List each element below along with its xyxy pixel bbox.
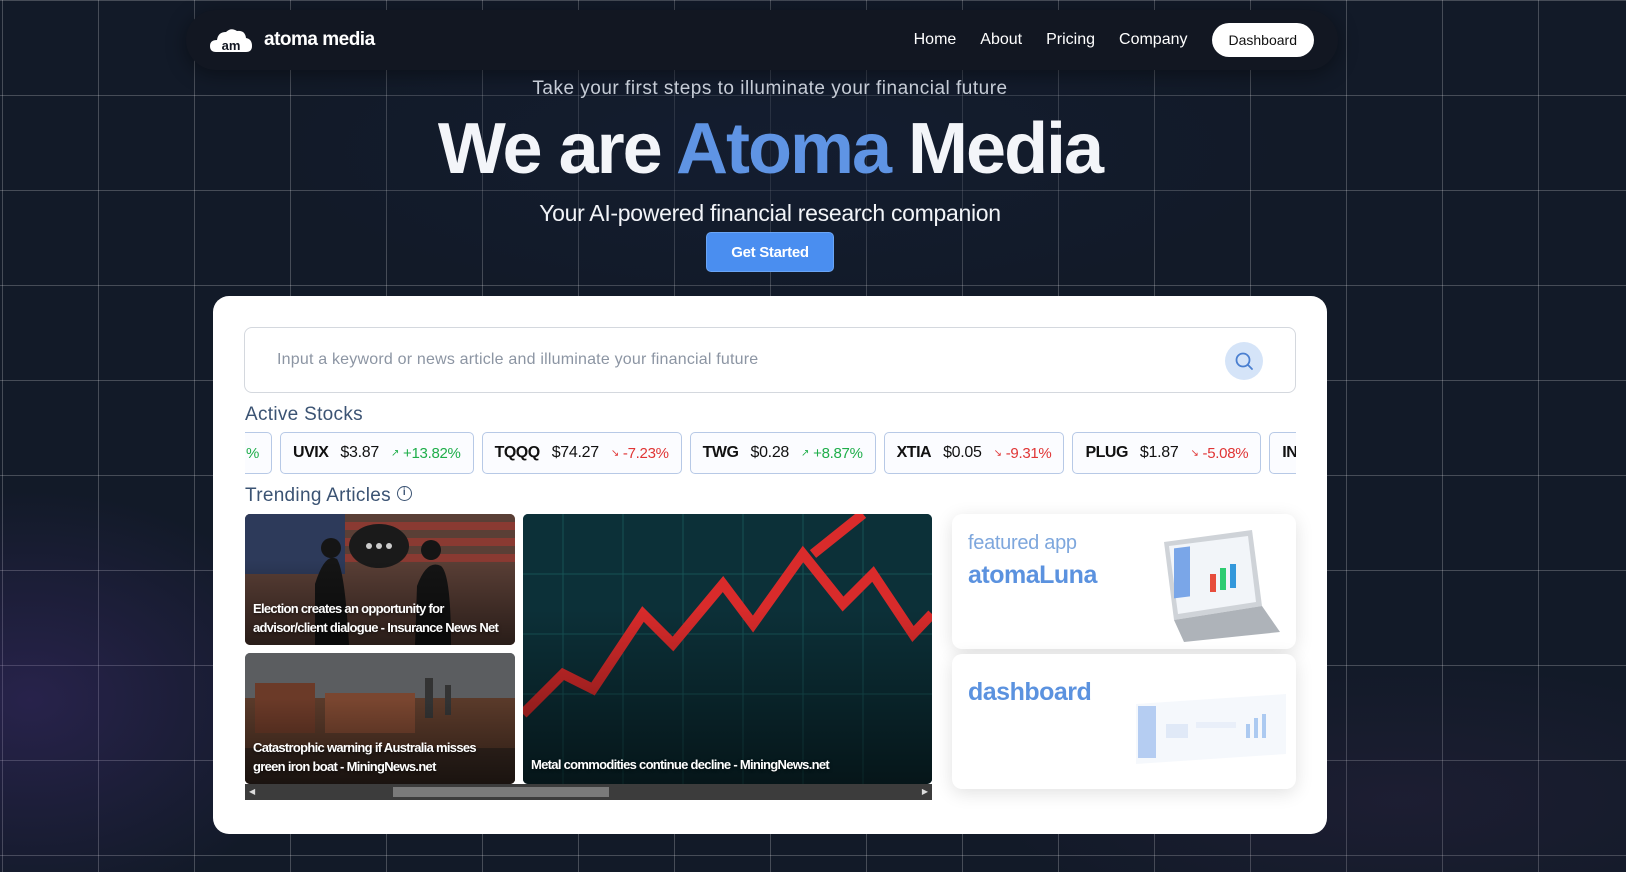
stock-price: $0.05 — [943, 444, 982, 461]
nav-links: Home About Pricing Company Dashboard — [914, 23, 1314, 57]
cloud-logo-icon: am — [210, 26, 252, 54]
stock-price: $74.27 — [551, 444, 599, 461]
brand-logo[interactable]: am atoma media — [210, 26, 375, 54]
stock-symbol: TQQQ — [494, 444, 541, 461]
stock-change: ↘ -5.08% — [1190, 445, 1248, 462]
dashboard-card[interactable]: dashboard — [952, 654, 1296, 789]
search-button[interactable] — [1225, 342, 1263, 380]
search-input[interactable]: Input a keyword or news article and illu… — [277, 351, 758, 369]
stock-chip[interactable]: TQQQ $74.27 ↘ -7.23% — [481, 432, 682, 474]
stock-change: ↗ +8.87% — [801, 445, 863, 462]
stock-change: ↘ -9.31% — [994, 445, 1052, 462]
search-bar[interactable]: Input a keyword or news article and illu… — [244, 327, 1296, 393]
scroll-right-icon[interactable]: ▶ — [922, 787, 928, 796]
stock-symbol: XTIA — [896, 444, 932, 461]
scroll-left-icon[interactable]: ◀ — [249, 787, 255, 796]
stock-change-value: -9.31% — [1005, 444, 1052, 462]
stock-symbol: TWG — [702, 444, 739, 461]
stock-change-value: -7.23% — [622, 444, 669, 462]
stock-price: $3.87 — [340, 444, 379, 461]
stock-symbol: PLUG — [1085, 444, 1128, 461]
stock-symbol-partial: IN — [1282, 444, 1296, 461]
stock-change-value: +13.82% — [403, 444, 461, 462]
trending-articles-label: Trending Articles i — [245, 485, 412, 507]
hero-title-accent: Atoma — [676, 109, 892, 189]
nav-link-company[interactable]: Company — [1119, 31, 1187, 49]
horizontal-scrollbar[interactable]: ◀ ▶ — [245, 784, 932, 800]
stock-change: ↗ +13.82% — [391, 445, 461, 462]
arrow-down-right-icon: ↘ — [610, 447, 619, 459]
arrow-down-right-icon: ↘ — [1190, 447, 1199, 459]
stock-change-partial: % — [246, 444, 260, 462]
nav-link-pricing[interactable]: Pricing — [1046, 31, 1095, 49]
laptop-icon — [1164, 530, 1280, 642]
nav-link-about[interactable]: About — [980, 31, 1022, 49]
stock-change-value: -5.08% — [1202, 444, 1249, 462]
articles-carousel[interactable]: Election creates an opportunity for advi… — [245, 514, 932, 784]
hero-title: We are Atoma Media — [0, 108, 1540, 190]
info-icon[interactable]: i — [396, 486, 412, 502]
ticker-row: % UVIX $3.87 ↗ +13.82% TQQQ $74.27 ↘ -7.23… — [245, 432, 1296, 474]
trending-articles-text: Trending Articles — [245, 485, 391, 506]
search-icon — [1235, 352, 1253, 370]
hero-subtitle: Take your first steps to illuminate your… — [532, 78, 1008, 99]
dashboard-preview-icon — [1136, 694, 1286, 764]
article-card[interactable]: Catastrophic warning if Australia misses… — [245, 653, 515, 784]
stock-ticker[interactable]: % UVIX $3.87 ↗ +13.82% TQQQ $74.27 ↘ -7.23… — [245, 432, 1296, 474]
featured-app-card[interactable]: featured app atomaLuna — [952, 514, 1296, 649]
arrow-down-right-icon: ↘ — [993, 447, 1002, 459]
research-card: Input a keyword or news article and illu… — [213, 296, 1327, 834]
stock-change: ↘ -7.23% — [611, 445, 669, 462]
stock-chip[interactable]: TWG $0.28 ↗ +8.87% — [689, 432, 876, 474]
arrow-up-right-icon: ↗ — [801, 447, 810, 459]
stock-chip[interactable]: UVIX $3.87 ↗ +13.82% — [280, 432, 474, 474]
scrollbar-thumb[interactable] — [393, 787, 609, 797]
stock-price: $1.87 — [1139, 444, 1179, 461]
arrow-up-right-icon: ↗ — [390, 447, 400, 459]
get-started-button[interactable]: Get Started — [706, 232, 834, 272]
image-shade — [523, 514, 932, 784]
stock-chip[interactable]: PLUG $1.87 ↘ -5.08% — [1072, 432, 1262, 474]
hero-tagline: Your AI-powered financial research compa… — [539, 200, 1001, 226]
stock-chip-partial[interactable]: % — [245, 432, 273, 474]
article-title: Metal commodities continue decline - Min… — [531, 757, 830, 772]
nav-link-home[interactable]: Home — [914, 31, 957, 49]
article-title: Election creates an opportunity for advi… — [253, 601, 499, 635]
hero-title-part2: Media — [890, 109, 1104, 189]
active-stocks-label: Active Stocks — [245, 404, 363, 425]
hero-title-part1: We are — [437, 109, 677, 189]
stock-price: $0.28 — [750, 444, 790, 461]
top-navbar: am atoma media Home About Pricing Compan… — [186, 10, 1338, 70]
article-card[interactable]: Metal commodities continue decline - Min… — [523, 514, 932, 784]
article-card[interactable]: Election creates an opportunity for advi… — [245, 514, 515, 645]
brand-name: atoma media — [264, 29, 375, 50]
stock-change-value: +8.87% — [813, 444, 863, 462]
dashboard-button[interactable]: Dashboard — [1211, 23, 1314, 57]
stock-chip-partial[interactable]: IN — [1269, 432, 1296, 474]
stock-symbol: UVIX — [293, 444, 329, 461]
article-title: Catastrophic warning if Australia misses… — [253, 740, 477, 774]
logo-text: am — [222, 38, 241, 53]
stock-chip[interactable]: XTIA $0.05 ↘ -9.31% — [883, 432, 1065, 474]
